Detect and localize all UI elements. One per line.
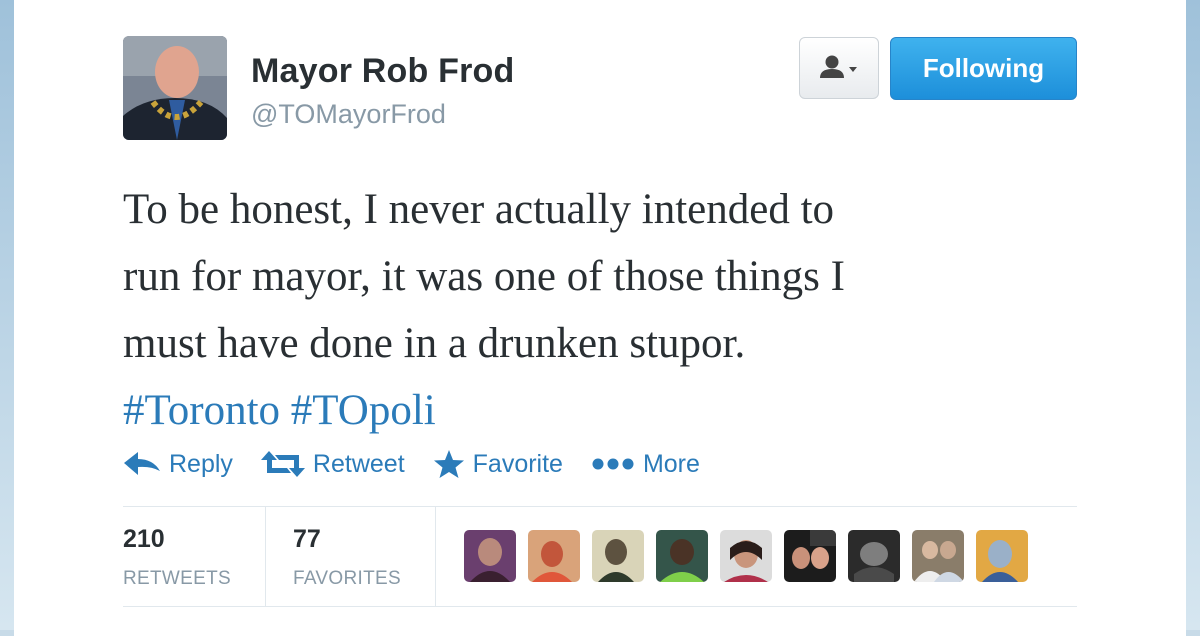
retweeters-avatars <box>464 530 1040 582</box>
retweeter-avatar[interactable] <box>592 530 644 582</box>
favorites-stat[interactable]: 77 FAVORITES <box>293 525 401 590</box>
following-button[interactable]: Following <box>890 37 1077 100</box>
avatar-image <box>912 530 964 582</box>
retweeter-avatar[interactable] <box>912 530 964 582</box>
retweeter-avatar[interactable] <box>976 530 1028 582</box>
person-dropdown-icon <box>820 55 857 78</box>
retweeter-avatar[interactable] <box>848 530 900 582</box>
avatar-image <box>720 530 772 582</box>
background-left-edge <box>0 0 14 630</box>
hashtag-link[interactable]: #TOpoli <box>291 387 436 434</box>
avatar-image <box>528 530 580 582</box>
author-handle[interactable]: @TOMayorFrod <box>251 99 446 130</box>
tweet-text: To be honest, I never actually intended … <box>123 176 1053 444</box>
tweet-text-line: To be honest, I never actually intended … <box>123 186 835 233</box>
favorite-label: Favorite <box>472 449 563 478</box>
background-right-edge <box>1186 0 1200 630</box>
more-button[interactable]: More <box>591 450 700 479</box>
user-actions-dropdown-button[interactable] <box>799 37 879 99</box>
hashtag-link[interactable]: #Toronto <box>123 387 280 434</box>
stats-vertical-divider <box>435 507 436 606</box>
retweeter-avatar[interactable] <box>784 530 836 582</box>
retweeter-avatar[interactable] <box>464 530 516 582</box>
tweet-text-line: run for mayor, it was one of those thing… <box>123 253 845 300</box>
favorite-button[interactable]: Favorite <box>433 449 563 479</box>
avatar-image <box>592 530 644 582</box>
tweet-actions: Reply Retweet Favorite More <box>123 444 728 484</box>
stats-top-divider <box>123 506 1077 507</box>
retweets-label: RETWEETS <box>123 568 231 589</box>
avatar-image <box>464 530 516 582</box>
hashtag-row: #Toronto #TOpoli <box>123 377 1053 444</box>
retweet-label: Retweet <box>312 449 405 478</box>
avatar-image <box>976 530 1028 582</box>
avatar-image <box>123 36 227 140</box>
retweeter-avatar[interactable] <box>528 530 580 582</box>
stats-vertical-divider <box>265 507 266 606</box>
retweets-stat[interactable]: 210 RETWEETS <box>123 525 231 590</box>
tweet-text-line: must have done in a drunken stupor. <box>123 320 746 367</box>
retweeter-avatar[interactable] <box>720 530 772 582</box>
star-icon <box>433 450 464 478</box>
reply-icon <box>124 452 160 475</box>
avatar-image <box>848 530 900 582</box>
more-label: More <box>642 449 700 478</box>
more-dots-icon <box>592 458 634 470</box>
avatar-image <box>656 530 708 582</box>
retweet-icon <box>260 451 305 477</box>
reply-button[interactable]: Reply <box>123 450 233 479</box>
retweets-count: 210 <box>123 525 165 553</box>
favorites-count: 77 <box>293 525 321 553</box>
retweeter-avatar[interactable] <box>656 530 708 582</box>
retweet-button[interactable]: Retweet <box>260 449 405 479</box>
reply-label: Reply <box>169 449 233 478</box>
author-avatar[interactable] <box>123 36 227 140</box>
author-name[interactable]: Mayor Rob Frod <box>251 52 514 91</box>
favorites-label: FAVORITES <box>293 568 401 589</box>
stats-bottom-divider <box>123 606 1077 607</box>
avatar-image <box>784 530 836 582</box>
